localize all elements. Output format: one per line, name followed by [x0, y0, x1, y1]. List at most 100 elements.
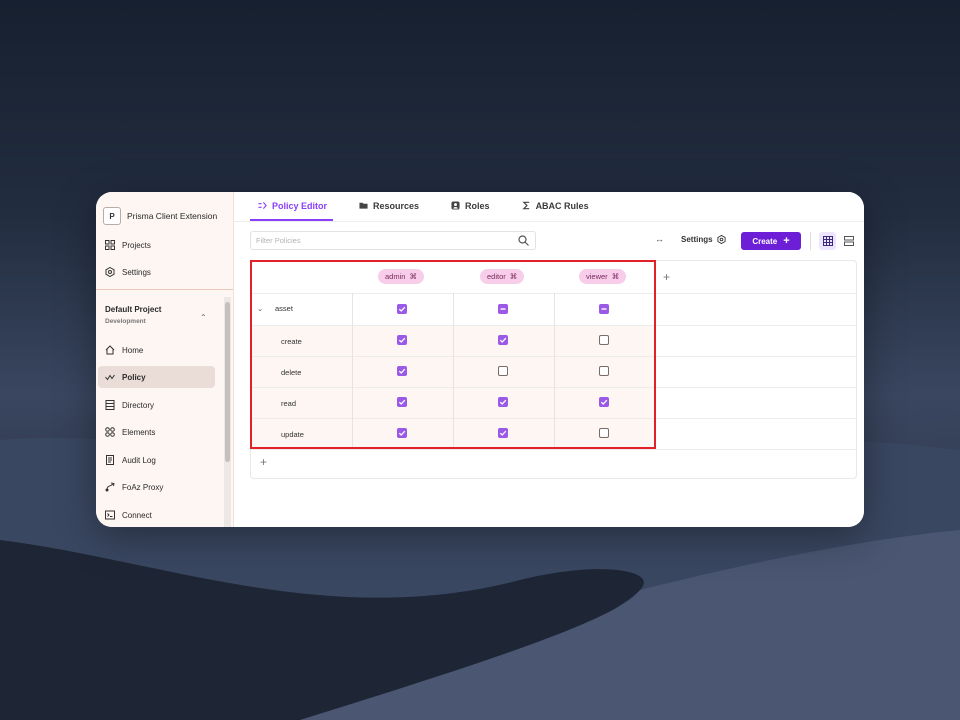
filter-policies-input[interactable]: Filter Policies	[250, 231, 536, 250]
permission-checkbox[interactable]	[397, 397, 407, 407]
action-name: create	[281, 337, 302, 346]
tab-resources[interactable]: Resources	[351, 192, 425, 219]
sidebar-item-label: Directory	[122, 400, 155, 410]
toolbar-divider	[810, 232, 811, 250]
sidebar-item-label: FoAz Proxy	[122, 482, 164, 492]
permission-checkbox[interactable]	[599, 428, 609, 438]
tab-roles[interactable]: Roles	[443, 192, 496, 219]
gear-icon	[105, 267, 115, 277]
sidebar-item-home[interactable]: Home	[98, 339, 215, 361]
permission-checkbox[interactable]	[498, 335, 508, 345]
sidebar-item-label: Projects	[122, 240, 151, 250]
permission-checkbox[interactable]	[599, 397, 609, 407]
project-env: Development	[105, 318, 146, 325]
home-icon	[105, 345, 115, 355]
chevron-down-icon[interactable]: ⌄	[257, 304, 263, 313]
table-grid-icon	[822, 236, 833, 246]
grid-icon	[105, 240, 115, 250]
main-panel: Policy Editor Resources Roles ABAC Rules…	[234, 192, 864, 527]
settings-button[interactable]: Settings	[681, 235, 726, 244]
sidebar-item-label: Policy	[122, 372, 146, 382]
workspace-logo: P	[103, 207, 121, 225]
sidebar-item-label: Home	[122, 345, 144, 355]
resource-checkbox[interactable]	[599, 304, 609, 314]
permission-checkbox[interactable]	[498, 397, 508, 407]
settings-label: Settings	[681, 235, 713, 244]
role-name: admin	[385, 272, 406, 281]
permission-checkbox[interactable]	[599, 335, 609, 345]
column-divider	[352, 293, 353, 449]
sidebar-item-policy[interactable]: Policy	[98, 366, 215, 388]
sigma-icon	[521, 201, 529, 210]
sidebar-item-foaz-proxy[interactable]: FoAz Proxy	[98, 476, 215, 498]
tab-abac-rules[interactable]: ABAC Rules	[514, 192, 595, 219]
search-icon[interactable]	[518, 235, 529, 246]
expand-arrows-icon[interactable]: ↔	[655, 234, 664, 244]
permission-checkbox[interactable]	[498, 366, 508, 376]
create-button[interactable]: Create +	[741, 232, 801, 250]
column-divider	[554, 293, 555, 449]
sidebar-item-audit-log[interactable]: Audit Log	[98, 449, 215, 471]
sidebar-item-label: Audit Log	[122, 455, 156, 465]
list-view-button[interactable]	[840, 232, 857, 250]
elements-icon	[105, 427, 115, 437]
role-name: viewer	[586, 272, 608, 281]
role-pill-admin[interactable]: admin ⌘	[378, 269, 424, 284]
tab-label: Policy Editor	[272, 200, 328, 211]
sidebar-item-connect[interactable]: Connect	[98, 504, 215, 526]
permission-checkbox[interactable]	[498, 428, 508, 438]
permission-checkbox[interactable]	[397, 428, 407, 438]
folder-icon	[359, 202, 368, 209]
audit-log-icon	[106, 455, 114, 465]
sidebar-item-label: Elements	[122, 427, 156, 437]
project-name: Default Project	[105, 305, 162, 314]
resource-name: asset	[275, 304, 293, 313]
action-name: update	[281, 430, 304, 439]
sidebar-scroll-thumb[interactable]	[225, 302, 230, 462]
plus-icon: +	[783, 235, 790, 247]
permission-checkbox[interactable]	[599, 366, 609, 376]
role-pill-editor[interactable]: editor ⌘	[480, 269, 525, 284]
sidebar: P Prisma Client Extension Projects Setti…	[96, 192, 234, 527]
role-pill-viewer[interactable]: viewer ⌘	[579, 269, 627, 284]
tab-label: Roles	[465, 200, 490, 211]
sidebar-item-projects[interactable]: Projects	[98, 234, 215, 256]
permission-checkbox[interactable]	[397, 335, 407, 345]
gear-icon	[717, 235, 726, 244]
sidebar-item-elements[interactable]: Elements	[98, 421, 215, 443]
terminal-icon	[105, 510, 115, 520]
sidebar-item-settings[interactable]: Settings	[98, 261, 215, 283]
proxy-icon	[105, 482, 115, 492]
create-label: Create	[752, 236, 778, 246]
app-window: P Prisma Client Extension Projects Setti…	[96, 192, 864, 527]
grid-view-button[interactable]	[819, 232, 836, 250]
roles-icon	[451, 201, 460, 210]
sidebar-item-directory[interactable]: Directory	[98, 394, 215, 416]
policy-editor-icon	[258, 201, 267, 210]
sidebar-item-label: Connect	[122, 510, 152, 520]
workspace-switcher[interactable]: P Prisma Client Extension	[103, 207, 217, 225]
policy-table: admin ⌘ editor ⌘ viewer ⌘ + ⌄ asset crea…	[250, 260, 857, 479]
chevron-updown-icon[interactable]: ⌃	[200, 313, 207, 322]
permission-checkbox[interactable]	[397, 366, 407, 376]
resource-checkbox[interactable]	[397, 304, 407, 314]
project-selector[interactable]: Default Project Development	[105, 305, 161, 325]
directory-icon	[105, 400, 115, 410]
tab-label: Resources	[373, 200, 420, 211]
tab-policy-editor[interactable]: Policy Editor	[250, 192, 334, 221]
tab-label: ABAC Rules	[535, 200, 589, 211]
column-divider	[655, 293, 656, 449]
add-resource-button[interactable]: +	[260, 455, 267, 469]
resource-checkbox[interactable]	[498, 304, 508, 314]
tabs-divider	[234, 221, 864, 222]
row-divider	[251, 449, 856, 450]
role-name: editor	[487, 272, 506, 281]
add-role-button[interactable]: +	[663, 270, 670, 284]
action-name: delete	[281, 368, 302, 377]
sidebar-divider	[96, 289, 233, 290]
command-icon: ⌘	[611, 272, 620, 281]
command-icon: ⌘	[409, 272, 417, 281]
policy-icon	[105, 374, 115, 381]
tab-bar: Policy Editor Resources Roles ABAC Rules	[250, 192, 595, 221]
sidebar-item-label: Settings	[122, 267, 151, 277]
